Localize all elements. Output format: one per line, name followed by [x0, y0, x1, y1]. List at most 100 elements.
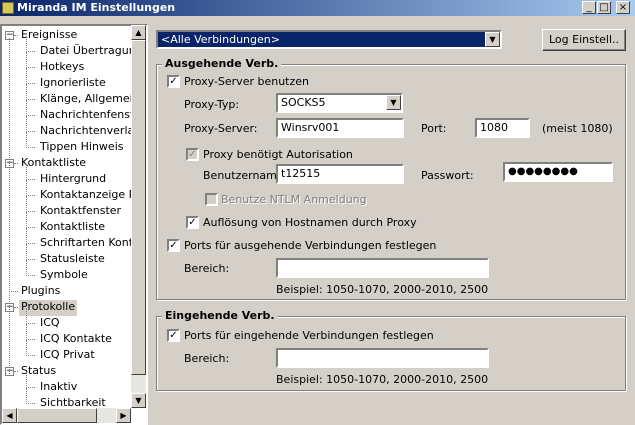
- tree-connector: [26, 115, 35, 116]
- proxy-auth-checkbox[interactable]: ✓: [186, 148, 199, 161]
- port-label: Port:: [421, 122, 447, 135]
- tree-item[interactable]: ICQ Privat: [38, 348, 97, 364]
- tree-connector: [26, 324, 27, 340]
- incoming-ports-label: Ports für eingehende Verbindungen festle…: [184, 329, 434, 342]
- tree-item[interactable]: Ignorierliste: [38, 76, 108, 92]
- tree-connector: [26, 387, 35, 388]
- tree-connector: [26, 212, 27, 228]
- close-button[interactable]: ×: [616, 1, 630, 14]
- tree-connector: [26, 372, 27, 388]
- port-input[interactable]: 1080: [475, 118, 530, 138]
- outgoing-range-input[interactable]: [276, 258, 489, 278]
- tree-item[interactable]: ICQ Kontakte: [38, 332, 114, 348]
- tree-item[interactable]: ICQ: [38, 316, 62, 332]
- use-proxy-checkbox[interactable]: ✓: [167, 75, 180, 88]
- tree-connector: [26, 227, 35, 228]
- options-tree[interactable]: − Ereignisse Datei Übertragung Hotkeys Ignor…: [0, 24, 148, 425]
- tree-category[interactable]: Ereignisse: [19, 28, 79, 44]
- tree-connector: [26, 211, 35, 212]
- tree-connector: [26, 260, 27, 276]
- username-label: Benutzername:: [203, 169, 288, 182]
- incoming-range-label: Bereich:: [184, 352, 230, 365]
- tree-item[interactable]: Symbole: [38, 268, 90, 284]
- connection-select[interactable]: <Alle Verbindungen> ▼: [156, 30, 502, 49]
- maximize-button[interactable]: □: [597, 1, 611, 14]
- tree-item[interactable]: Statusleiste: [38, 252, 107, 268]
- app-icon: [2, 2, 14, 14]
- proxy-type-label: Proxy-Typ:: [184, 98, 240, 111]
- tree-connector: [26, 340, 27, 356]
- tree-item[interactable]: Hintergrund: [38, 172, 108, 188]
- incoming-range-example: Beispiel: 1050-1070, 2000-2010, 2500: [276, 373, 489, 386]
- title-bar[interactable]: Miranda IM Einstellungen _ □ ×: [0, 0, 635, 16]
- scroll-right-icon[interactable]: ▶: [116, 408, 131, 423]
- tree-category[interactable]: Protokolle: [19, 300, 78, 316]
- tree-connector: [9, 38, 10, 376]
- chevron-down-icon[interactable]: ▼: [485, 32, 500, 47]
- tree-item[interactable]: Tippen Hinweis: [38, 140, 126, 156]
- incoming-legend: Eingehende Verb.: [162, 309, 278, 322]
- password-label: Passwort:: [421, 169, 474, 182]
- connection-select-value: <Alle Verbindungen>: [161, 33, 280, 46]
- ntlm-checkbox[interactable]: [205, 193, 218, 206]
- tree-connector: [26, 275, 35, 276]
- tree-connector: [26, 228, 27, 244]
- ntlm-label: Benutze NTLM Anmeldung: [221, 193, 367, 206]
- tree-category[interactable]: Plugins: [19, 284, 62, 300]
- tree-connector: [26, 116, 27, 132]
- minimize-button[interactable]: _: [582, 1, 596, 14]
- proxy-server-label: Proxy-Server:: [184, 122, 258, 135]
- tree-connector: [26, 67, 35, 68]
- tree-item[interactable]: Klänge, Allgemein: [38, 92, 142, 108]
- tree-connector: [26, 308, 27, 324]
- tree-connector: [26, 388, 27, 404]
- tree-connector: [26, 100, 27, 116]
- outgoing-range-label: Bereich:: [184, 262, 230, 275]
- tree-item[interactable]: Kontaktliste: [38, 220, 107, 236]
- tree-vertical-scrollbar[interactable]: ▲ ▼: [131, 25, 146, 408]
- tree-connector: [14, 35, 18, 36]
- tree-connector: [26, 180, 27, 196]
- tree-item[interactable]: Kontaktfenster: [38, 204, 123, 220]
- chevron-down-icon[interactable]: ▼: [386, 95, 401, 110]
- tree-connector: [14, 163, 18, 164]
- scroll-left-icon[interactable]: ◀: [2, 408, 17, 423]
- resolve-hostnames-checkbox[interactable]: ✓: [186, 216, 199, 229]
- tree-connector: [14, 371, 18, 372]
- outgoing-ports-checkbox[interactable]: ✓: [167, 239, 180, 252]
- tree-connector: [26, 355, 35, 356]
- tree-horizontal-scrollbar[interactable]: ◀ ▶: [2, 408, 131, 423]
- tree-category[interactable]: Kontaktliste: [19, 156, 88, 172]
- tree-connector: [9, 291, 18, 292]
- tree-category[interactable]: Status: [19, 364, 58, 380]
- proxy-auth-label: Proxy benötigt Autorisation: [203, 148, 353, 161]
- password-input[interactable]: ●●●●●●●●: [503, 162, 613, 182]
- username-input[interactable]: t12515: [276, 164, 404, 184]
- scroll-thumb[interactable]: [131, 40, 146, 375]
- tree-connector: [26, 196, 27, 212]
- tree-connector: [26, 403, 35, 404]
- tree-connector: [26, 243, 35, 244]
- log-settings-button[interactable]: Log Einstell..: [542, 29, 626, 51]
- tree-connector: [26, 51, 35, 52]
- tree-connector: [26, 132, 27, 148]
- proxy-server-input[interactable]: Winsrv001: [276, 118, 404, 138]
- tree-connector: [26, 52, 27, 68]
- use-proxy-label: Proxy-Server benutzen: [184, 75, 309, 88]
- proxy-type-value: SOCKS5: [281, 96, 326, 109]
- incoming-range-input[interactable]: [276, 348, 489, 368]
- outgoing-legend: Ausgehende Verb.: [162, 57, 282, 70]
- tree-connector: [26, 244, 27, 260]
- tree-connector: [26, 259, 35, 260]
- scroll-down-icon[interactable]: ▼: [131, 393, 146, 408]
- incoming-ports-checkbox[interactable]: ✓: [167, 329, 180, 342]
- scroll-up-icon[interactable]: ▲: [131, 25, 146, 40]
- tree-item[interactable]: Datei Übertragung: [38, 44, 145, 60]
- tree-item[interactable]: Hotkeys: [38, 60, 86, 76]
- scroll-h-thumb[interactable]: [17, 408, 97, 423]
- tree-item[interactable]: Inaktiv: [38, 380, 79, 396]
- tree-connector: [26, 68, 27, 84]
- tree-connector: [26, 36, 27, 52]
- tree-connector: [26, 164, 27, 180]
- proxy-type-select[interactable]: SOCKS5 ▼: [276, 93, 403, 113]
